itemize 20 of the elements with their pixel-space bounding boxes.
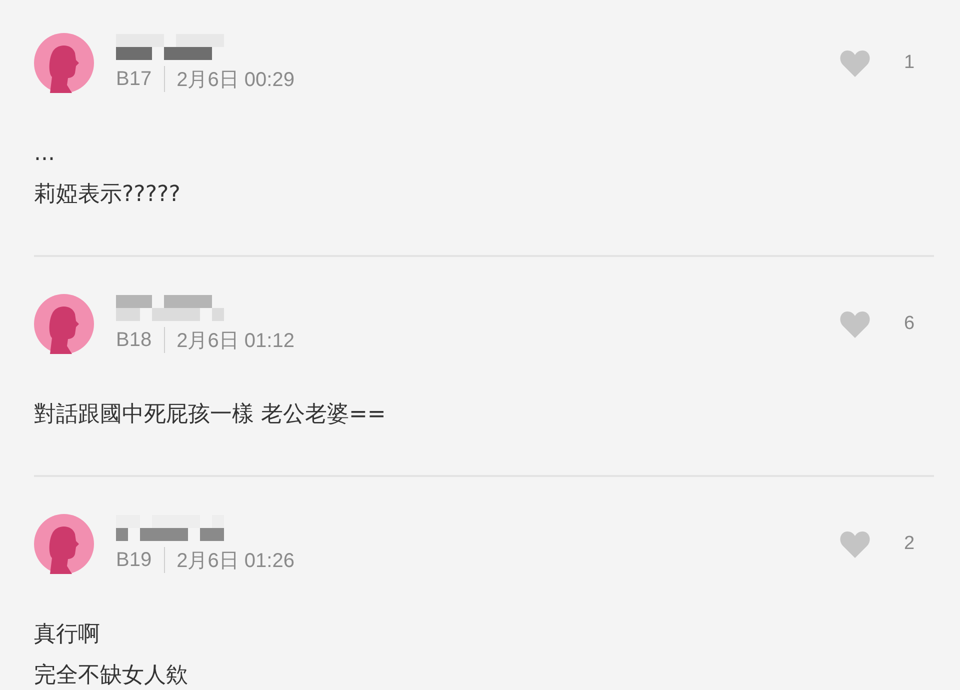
post-time: 2月6日 01:12 — [176, 328, 294, 354]
avatar-icon — [34, 33, 94, 93]
avatar-icon — [34, 294, 94, 354]
heart-icon[interactable] — [840, 50, 870, 76]
like-count: 6 — [904, 313, 914, 335]
comment-text: 莉婭表示????? — [34, 181, 182, 209]
heart-icon[interactable] — [840, 310, 870, 338]
comment-text: 完全不缺女人欸 — [34, 662, 189, 690]
floor-number: B18 — [116, 328, 152, 352]
like-count: 2 — [904, 533, 914, 555]
comment-text: 真行啊 — [34, 621, 101, 649]
floor-number: B17 — [116, 68, 152, 90]
post-time: 2月6日 00:29 — [176, 68, 294, 92]
avatar-icon — [34, 514, 94, 574]
post-time: 2月6日 01:26 — [176, 548, 294, 574]
like-count: 1 — [904, 52, 914, 74]
comment-text: 對話跟國中死屁孩一樣 老公老婆== — [34, 401, 387, 429]
heart-icon[interactable] — [840, 530, 870, 558]
floor-number: B19 — [116, 548, 152, 572]
comment-text: ... — [34, 140, 56, 168]
